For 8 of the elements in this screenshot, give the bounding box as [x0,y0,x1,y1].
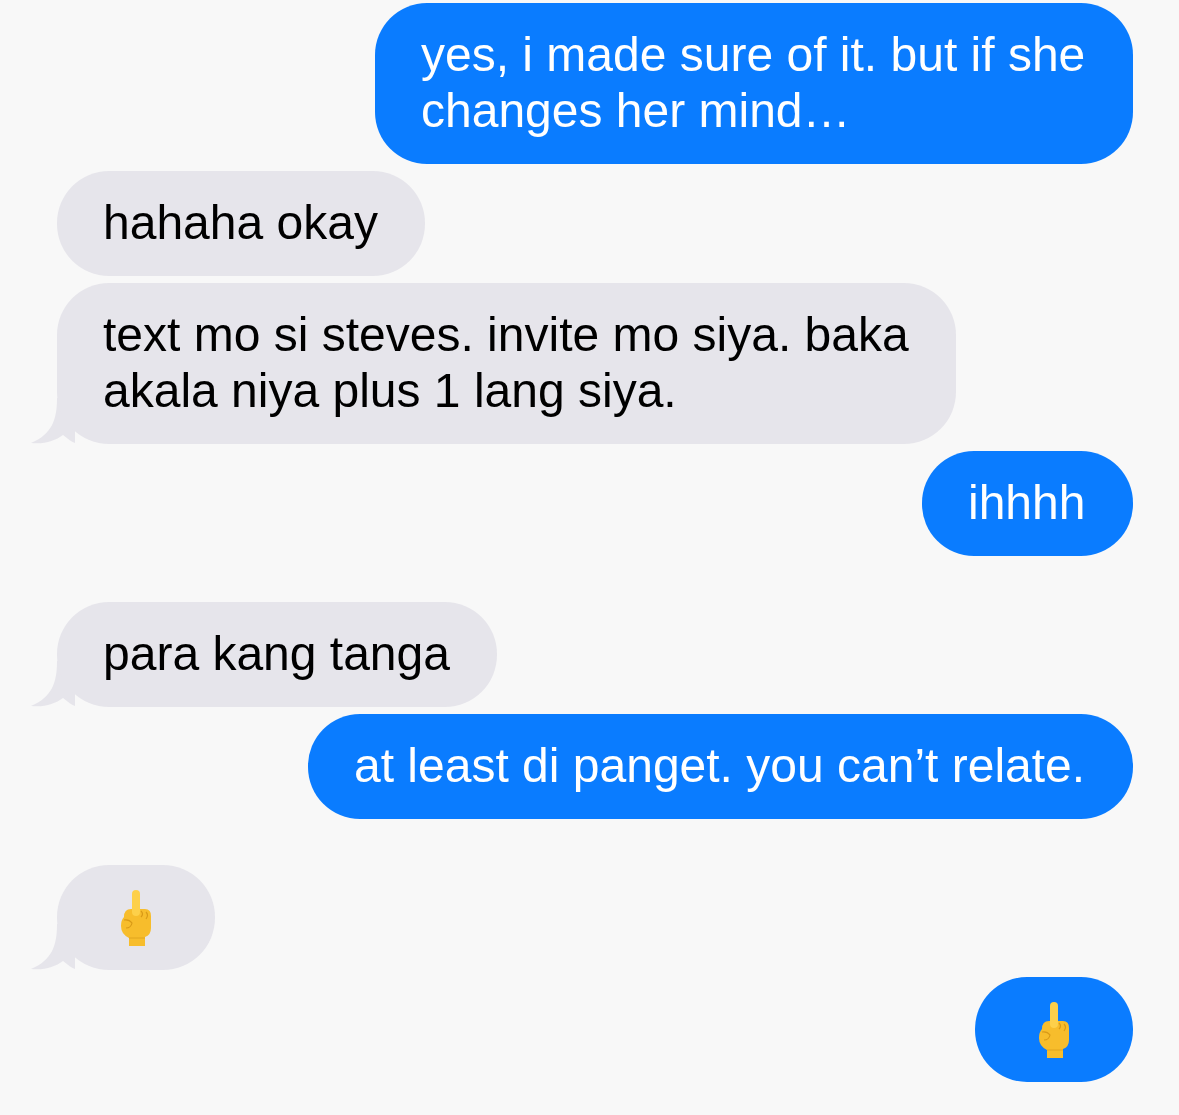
message-bubble: yes, i made sure of it. but if she changes her mind… [375,3,1133,164]
message-bubble: ihhhh [922,451,1133,556]
message-bubble: hahaha okay [57,171,425,276]
message-bubble: para kang tanga [57,602,497,707]
middle-finger-icon [120,889,152,946]
message-bubble: at least di panget. you can’t relate. [308,714,1133,819]
middle-finger-icon [1038,1001,1070,1058]
message-bubble: text mo si steves. invite mo siya. baka akala niya plus 1 lang siya. [57,283,956,444]
